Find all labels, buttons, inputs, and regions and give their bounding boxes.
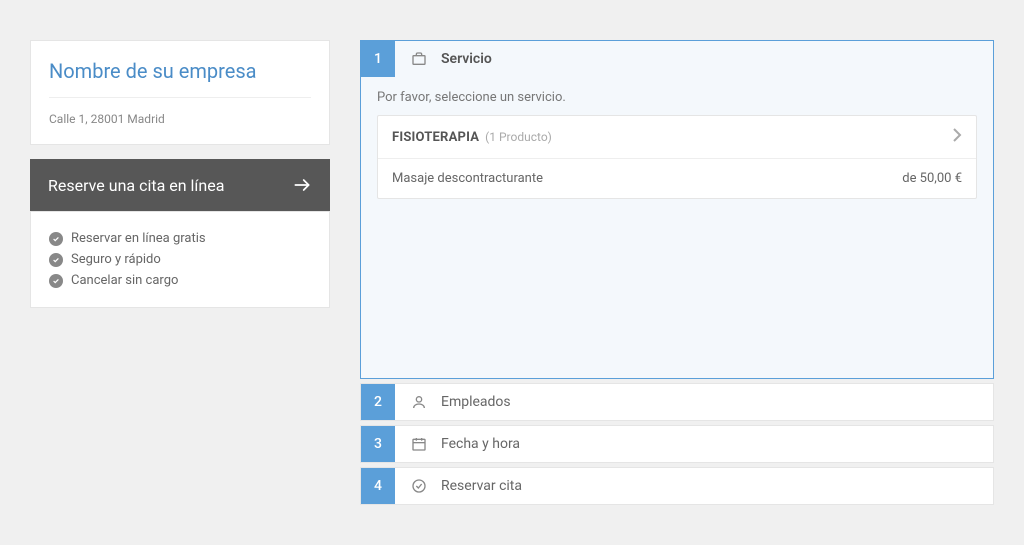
step-service-header[interactable]: 1 Servicio [361,41,993,78]
check-icon [49,232,63,246]
service-list: FISIOTERAPIA (1 Producto) Masaje descont… [377,115,977,199]
service-item-row[interactable]: Masaje descontracturante de 50,00 € [378,159,976,198]
calendar-icon [411,436,427,452]
benefit-item: Cancelar sin cargo [49,270,311,291]
service-item-name: Masaje descontracturante [392,171,543,186]
benefit-label: Seguro y rápido [71,252,161,267]
briefcase-icon [411,51,427,67]
company-address: Calle 1, 28001 Madrid [49,112,311,126]
chevron-right-icon [952,128,962,146]
step-employees[interactable]: 2 Empleados [360,383,994,421]
category-name: FISIOTERAPIA [392,130,479,145]
service-category-row[interactable]: FISIOTERAPIA (1 Producto) [378,116,976,159]
step-number: 3 [361,426,395,462]
step-service-panel: 1 Servicio Por favor, seleccione un serv… [360,40,994,379]
benefit-item: Seguro y rápido [49,249,311,270]
service-item-price: de 50,00 € [902,171,962,186]
step-label: Fecha y hora [441,436,520,452]
step-label: Servicio [441,51,492,67]
step-label: Empleados [441,394,511,410]
company-name: Nombre de su empresa [49,59,311,98]
company-card: Nombre de su empresa Calle 1, 28001 Madr… [30,40,330,145]
benefit-label: Cancelar sin cargo [71,273,178,288]
step-label: Reservar cita [441,478,522,494]
step-datetime[interactable]: 3 Fecha y hora [360,425,994,463]
benefits-list: Reservar en línea gratis Seguro y rápido… [30,211,330,308]
step-number: 2 [361,384,395,420]
benefit-item: Reservar en línea gratis [49,228,311,249]
arrow-right-icon [292,175,312,195]
category-count: (1 Producto) [485,130,552,144]
step-confirm[interactable]: 4 Reservar cita [360,467,994,505]
user-icon [411,394,427,410]
check-icon [49,253,63,267]
step-number: 1 [361,41,395,77]
reserve-cta[interactable]: Reserve una cita en línea [30,159,330,211]
reserve-cta-label: Reserve una cita en línea [48,176,224,195]
check-icon [49,274,63,288]
benefit-label: Reservar en línea gratis [71,231,206,246]
service-prompt: Por favor, seleccione un servicio. [377,90,977,105]
check-circle-icon [411,478,427,494]
step-number: 4 [361,468,395,504]
